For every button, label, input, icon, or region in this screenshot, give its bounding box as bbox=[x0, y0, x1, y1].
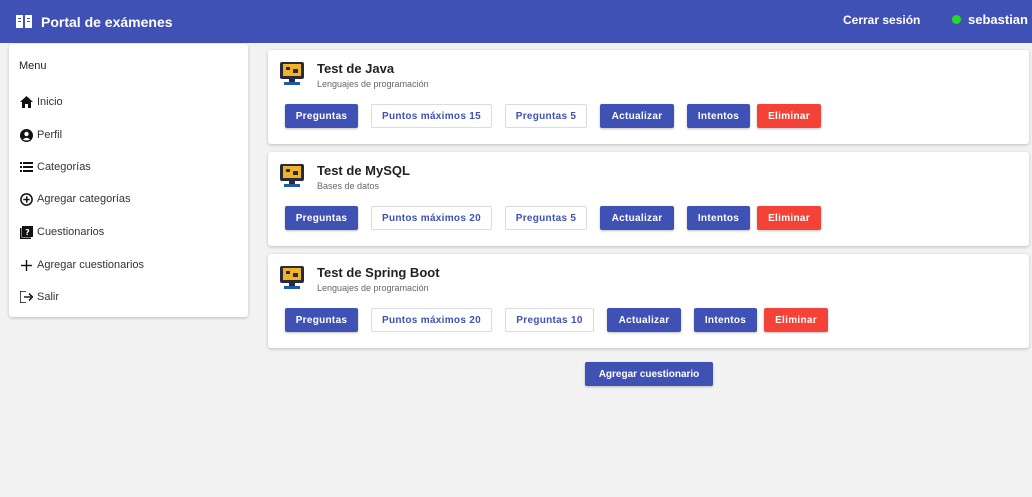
top-toolbar: Portal de exámenes Cerrar sesión sebasti… bbox=[0, 0, 1032, 43]
home-icon bbox=[19, 95, 33, 109]
delete-button[interactable]: Eliminar bbox=[757, 104, 821, 128]
questions-button[interactable]: Preguntas bbox=[285, 206, 358, 230]
sidebar-item-label: Perfil bbox=[37, 129, 63, 141]
logout-icon bbox=[19, 290, 33, 304]
quiz-category: Bases de datos bbox=[317, 181, 380, 191]
update-button[interactable]: Actualizar bbox=[607, 308, 681, 332]
update-button[interactable]: Actualizar bbox=[600, 206, 674, 230]
brand[interactable]: Portal de exámenes bbox=[16, 14, 173, 30]
delete-button[interactable]: Eliminar bbox=[764, 308, 828, 332]
user-indicator[interactable]: sebastian bbox=[952, 12, 1028, 27]
username: sebastian bbox=[968, 12, 1028, 27]
quiz-title: Test de MySQL bbox=[317, 163, 410, 178]
sidebar-item-label: Categorías bbox=[37, 161, 91, 173]
quiz-category: Lenguajes de programación bbox=[317, 79, 429, 89]
list-icon bbox=[19, 160, 33, 174]
quiz-card: Test de MySQL Bases de datos Preguntas P… bbox=[268, 152, 1029, 246]
questions-button[interactable]: Preguntas bbox=[285, 308, 358, 332]
questions-button[interactable]: Preguntas bbox=[285, 104, 358, 128]
sidebar-item-label: Agregar cuestionarios bbox=[37, 259, 145, 271]
question-count-button[interactable]: Preguntas 5 bbox=[505, 206, 587, 230]
attempts-button[interactable]: Intentos bbox=[694, 308, 757, 332]
update-button[interactable]: Actualizar bbox=[600, 104, 674, 128]
plus-icon bbox=[19, 258, 33, 272]
question-count-button[interactable]: Preguntas 10 bbox=[505, 308, 594, 332]
quiz-avatar-icon bbox=[278, 264, 306, 292]
attempts-button[interactable]: Intentos bbox=[687, 206, 750, 230]
sidebar-item-perfil[interactable]: Perfil bbox=[19, 128, 62, 142]
quiz-card: Test de Java Lenguajes de programación P… bbox=[268, 50, 1029, 144]
sidebar-item-label: Salir bbox=[37, 291, 60, 303]
add-circle-outline-icon bbox=[19, 192, 33, 206]
max-points-button[interactable]: Puntos máximos 20 bbox=[371, 308, 492, 332]
sidebar-item-label: Inicio bbox=[37, 96, 63, 108]
quiz-category: Lenguajes de programación bbox=[317, 283, 429, 293]
add-quiz-button[interactable]: Agregar cuestionario bbox=[585, 362, 713, 386]
sidebar: Menu Inicio Perfil Categorías Agregar ca… bbox=[9, 44, 248, 317]
online-status-icon bbox=[952, 15, 961, 24]
sidebar-item-agregar-cuestionarios[interactable]: Agregar cuestionarios bbox=[19, 258, 144, 272]
account-circle-icon bbox=[19, 128, 33, 142]
quiz-title: Test de Spring Boot bbox=[317, 265, 440, 280]
sidebar-item-cuestionarios[interactable]: ? Cuestionarios bbox=[19, 225, 104, 239]
book-icon bbox=[16, 15, 32, 28]
quiz-icon: ? bbox=[19, 225, 33, 239]
sidebar-item-agregar-categorias[interactable]: Agregar categorías bbox=[19, 192, 131, 206]
quiz-card: Test de Spring Boot Lenguajes de program… bbox=[268, 254, 1029, 348]
quiz-avatar-icon bbox=[278, 60, 306, 88]
sidebar-item-label: Cuestionarios bbox=[37, 226, 105, 238]
delete-button[interactable]: Eliminar bbox=[757, 206, 821, 230]
sidebar-item-label: Agregar categorías bbox=[37, 193, 131, 205]
svg-text:?: ? bbox=[25, 228, 30, 237]
sidebar-item-categorias[interactable]: Categorías bbox=[19, 160, 91, 174]
sidebar-title: Menu bbox=[19, 60, 47, 72]
attempts-button[interactable]: Intentos bbox=[687, 104, 750, 128]
quiz-avatar-icon bbox=[278, 162, 306, 190]
app-title: Portal de exámenes bbox=[41, 13, 173, 30]
logout-button[interactable]: Cerrar sesión bbox=[843, 13, 920, 27]
question-count-button[interactable]: Preguntas 5 bbox=[505, 104, 587, 128]
quiz-title: Test de Java bbox=[317, 61, 395, 76]
max-points-button[interactable]: Puntos máximos 15 bbox=[371, 104, 492, 128]
sidebar-item-salir[interactable]: Salir bbox=[19, 290, 59, 304]
sidebar-item-inicio[interactable]: Inicio bbox=[19, 95, 63, 109]
max-points-button[interactable]: Puntos máximos 20 bbox=[371, 206, 492, 230]
